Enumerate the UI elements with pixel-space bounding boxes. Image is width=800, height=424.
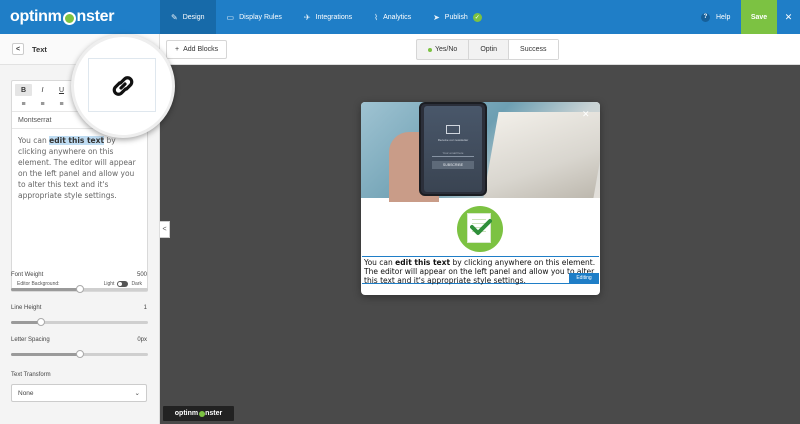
nav-analytics[interactable]: ⌇ Analytics bbox=[363, 0, 422, 34]
canvas-toolbar: + Add Blocks Yes/No Optin Success bbox=[160, 34, 800, 65]
tab-optin-label: Optin bbox=[480, 46, 498, 53]
editor-content[interactable]: You can edit this text by clicking anywh… bbox=[12, 129, 147, 207]
chart-icon: ⌇ bbox=[374, 12, 379, 22]
nav-display-rules-label: Display Rules bbox=[239, 13, 282, 21]
dark-label: Dark bbox=[131, 281, 142, 287]
back-button[interactable]: < bbox=[12, 43, 24, 55]
status-dot-icon bbox=[428, 47, 432, 52]
monster-eye-icon bbox=[198, 410, 205, 417]
nav-integrations-label: Integrations bbox=[315, 13, 353, 21]
selected-text: edit this text bbox=[49, 136, 105, 145]
save-button[interactable]: Save bbox=[741, 0, 777, 34]
phone-subscribe-button: SUBSCRIBE bbox=[432, 161, 474, 169]
editor-background-toggle-group: Light Dark bbox=[104, 281, 142, 287]
align-center-icon[interactable]: ≡ bbox=[34, 98, 51, 110]
footer-logo-end: nster bbox=[205, 410, 223, 417]
font-weight-slider[interactable] bbox=[11, 285, 148, 293]
help-button[interactable]: ? Help bbox=[701, 0, 730, 34]
hero-image: Receive our newsletter Your email here S… bbox=[361, 102, 600, 202]
optinmonster-logo[interactable]: optinm nster bbox=[0, 0, 160, 34]
letter-spacing-slider[interactable] bbox=[11, 350, 148, 358]
add-blocks-button[interactable]: + Add Blocks bbox=[166, 40, 228, 59]
monitor-icon: ▭ bbox=[226, 12, 235, 22]
font-weight-label: Font Weight bbox=[11, 272, 44, 278]
align-right-icon[interactable]: ≡ bbox=[53, 98, 70, 110]
tab-yes-no-label: Yes/No bbox=[435, 46, 458, 53]
popup-text-bold: edit this text bbox=[395, 258, 451, 267]
help-label: Help bbox=[716, 13, 731, 21]
phone-email-field: Your email here bbox=[432, 151, 474, 157]
letter-spacing-slider-fill bbox=[11, 353, 80, 356]
link-icon bbox=[112, 76, 134, 96]
check-icon: ✓ bbox=[472, 12, 482, 22]
italic-button[interactable]: I bbox=[34, 84, 51, 96]
text-transform-label: Text Transform bbox=[11, 372, 51, 378]
logo-text-start: optinm bbox=[10, 8, 62, 25]
line-height-slider[interactable] bbox=[11, 318, 148, 326]
font-name: Montserrat bbox=[18, 116, 52, 124]
collapse-panel-button[interactable]: < bbox=[160, 221, 170, 238]
letter-spacing-label: Letter Spacing bbox=[11, 337, 50, 343]
phone-screen: Receive our newsletter Your email here S… bbox=[424, 106, 482, 192]
editable-text-block[interactable]: You can edit this text by clicking anywh… bbox=[362, 256, 599, 285]
popup-text-start: You can bbox=[364, 258, 396, 267]
help-icon: ? bbox=[701, 12, 710, 22]
popup-close-icon[interactable]: ✕ bbox=[582, 109, 590, 120]
top-bar: optinm nster ✎ Design ▭ Display Rules ✈ I… bbox=[0, 0, 800, 34]
bold-button[interactable]: B bbox=[15, 84, 32, 96]
font-weight-value: 500 bbox=[136, 272, 147, 278]
line-height-slider-handle[interactable] bbox=[37, 318, 46, 326]
phone-heading: Receive our newsletter bbox=[437, 138, 469, 142]
text-transform-select[interactable]: None ⌄ bbox=[11, 384, 147, 402]
close-icon[interactable]: ✕ bbox=[777, 0, 800, 34]
panel-title: Text bbox=[32, 44, 47, 54]
footer-logo: optinm nster bbox=[163, 406, 234, 421]
font-weight-slider-handle[interactable] bbox=[75, 285, 84, 293]
nav-analytics-label: Analytics bbox=[383, 13, 412, 21]
nav-publish-label: Publish bbox=[444, 13, 468, 21]
plus-icon: + bbox=[175, 46, 180, 53]
editor-background-label: Editor Background: bbox=[17, 281, 60, 287]
editor-text-start: You can bbox=[18, 136, 50, 145]
tab-yes-no[interactable]: Yes/No bbox=[417, 40, 470, 59]
line-height-value: 1 bbox=[143, 305, 147, 311]
nav-display-rules[interactable]: ▭ Display Rules bbox=[216, 0, 293, 34]
zoom-callout bbox=[71, 34, 175, 138]
envelope-icon bbox=[446, 125, 460, 134]
align-left-icon[interactable]: ≡ bbox=[15, 98, 32, 110]
letter-spacing-slider-handle[interactable] bbox=[75, 350, 84, 358]
light-label: Light bbox=[103, 281, 115, 287]
tab-optin[interactable]: Optin bbox=[469, 40, 510, 59]
tab-success[interactable]: Success bbox=[509, 40, 558, 59]
monster-eye-icon bbox=[62, 11, 76, 25]
nav-publish[interactable]: ➤ Publish ✓ bbox=[422, 0, 493, 34]
logo-text-end: nster bbox=[76, 8, 115, 25]
campaign-popup-preview: Receive our newsletter Your email here S… bbox=[361, 102, 600, 295]
link-button-zoomed[interactable] bbox=[88, 58, 156, 112]
font-weight-slider-fill bbox=[11, 288, 80, 291]
success-badge-icon[interactable] bbox=[457, 206, 503, 252]
nav-integrations[interactable]: ✈ Integrations bbox=[293, 0, 363, 34]
editing-badge: Editing bbox=[569, 273, 599, 283]
nav-design-label: Design bbox=[182, 13, 205, 21]
add-blocks-label: Add Blocks bbox=[183, 46, 219, 53]
background-toggle[interactable] bbox=[117, 281, 129, 287]
footer-logo-start: optinm bbox=[174, 410, 199, 417]
send-icon: ➤ bbox=[433, 12, 440, 22]
underline-button[interactable]: U bbox=[53, 84, 70, 96]
editor-text-end: by clicking anywhere on this element. Th… bbox=[18, 136, 136, 200]
chevron-down-icon: ⌄ bbox=[134, 390, 140, 397]
brush-icon: ✎ bbox=[171, 12, 178, 22]
nav-design[interactable]: ✎ Design bbox=[160, 0, 216, 34]
view-switcher: Yes/No Optin Success bbox=[416, 39, 559, 60]
book-illustration bbox=[483, 112, 600, 198]
letter-spacing-value: 0px bbox=[137, 337, 147, 343]
checkmark-icon bbox=[470, 219, 492, 235]
line-height-label: Line Height bbox=[11, 305, 42, 311]
plane-icon: ✈ bbox=[303, 12, 311, 22]
text-transform-value: None bbox=[18, 389, 34, 397]
phone-illustration: Receive our newsletter Your email here S… bbox=[419, 102, 487, 196]
tab-success-label: Success bbox=[520, 46, 547, 53]
